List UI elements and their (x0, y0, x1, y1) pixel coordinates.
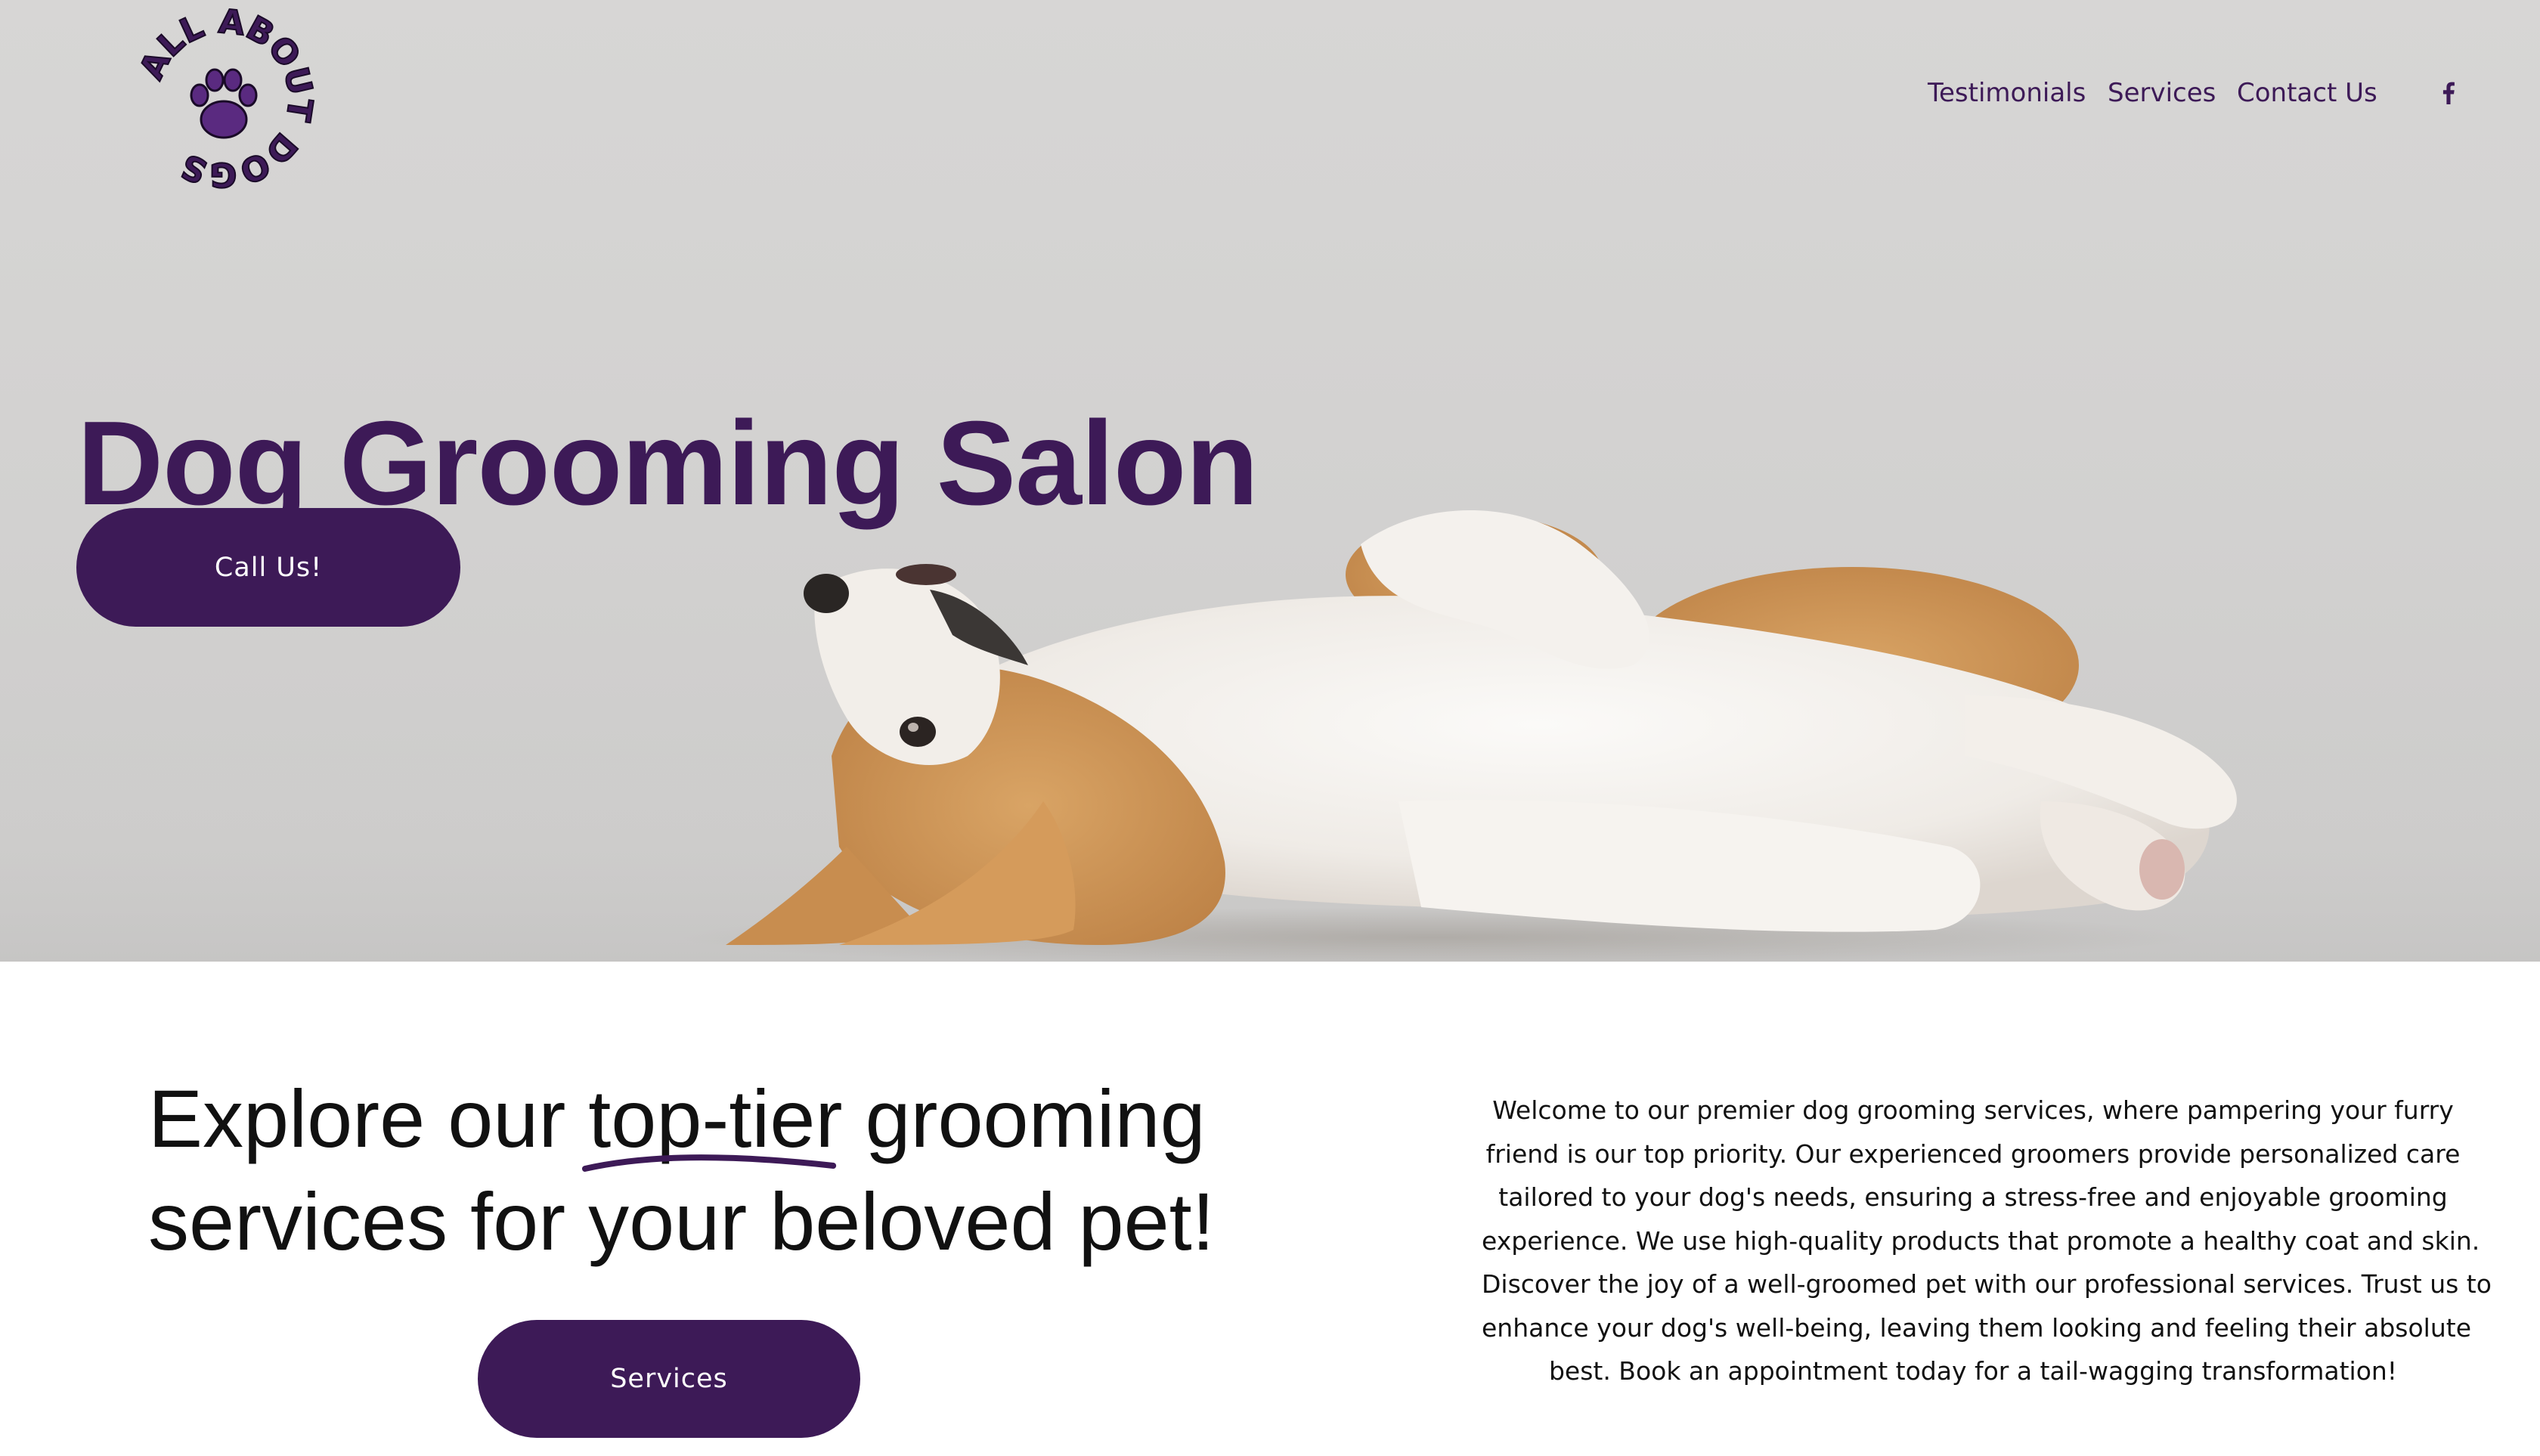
description-line: tailored to your dog's needs, ensuring a… (1498, 1182, 2448, 1212)
description-line: Discover the joy of a well-groomed pet w… (1482, 1269, 2492, 1299)
description-line: best. Book an appointment today for a ta… (1548, 1356, 2398, 1386)
main-nav: Testimonials Services Contact Us (0, 76, 2540, 113)
call-us-button[interactable]: Call Us! (76, 508, 460, 627)
intro-headline: Explore our top-tier grooming services f… (148, 1067, 1215, 1273)
facebook-icon[interactable] (2431, 76, 2466, 110)
nav-services[interactable]: Services (2108, 76, 2216, 110)
headline-part2: grooming (842, 1073, 1206, 1164)
headline-line2: services for your beloved pet! (148, 1176, 1215, 1267)
hero-section: ALL ABOUT DOGS Testimonials Services Con… (0, 0, 2540, 962)
nav-contact-us[interactable]: Contact Us (2237, 76, 2377, 110)
headline-highlight: top-tier (582, 1067, 842, 1172)
headline-part1: Explore our (148, 1073, 589, 1164)
nav-testimonials[interactable]: Testimonials (1928, 76, 2086, 110)
intro-description: Welcome to our premier dog grooming serv… (1482, 1089, 2492, 1393)
services-button[interactable]: Services (478, 1320, 860, 1438)
description-line: friend is our top priority. Our experien… (1485, 1138, 2461, 1169)
underline-swash (582, 1154, 837, 1172)
description-line: enhance your dog's well-being, leaving t… (1482, 1312, 2471, 1343)
description-line: Welcome to our premier dog grooming serv… (1492, 1095, 2454, 1125)
description-line: experience. We use high-quality products… (1482, 1225, 2480, 1256)
intro-section: Explore our top-tier grooming services f… (0, 962, 2540, 1456)
